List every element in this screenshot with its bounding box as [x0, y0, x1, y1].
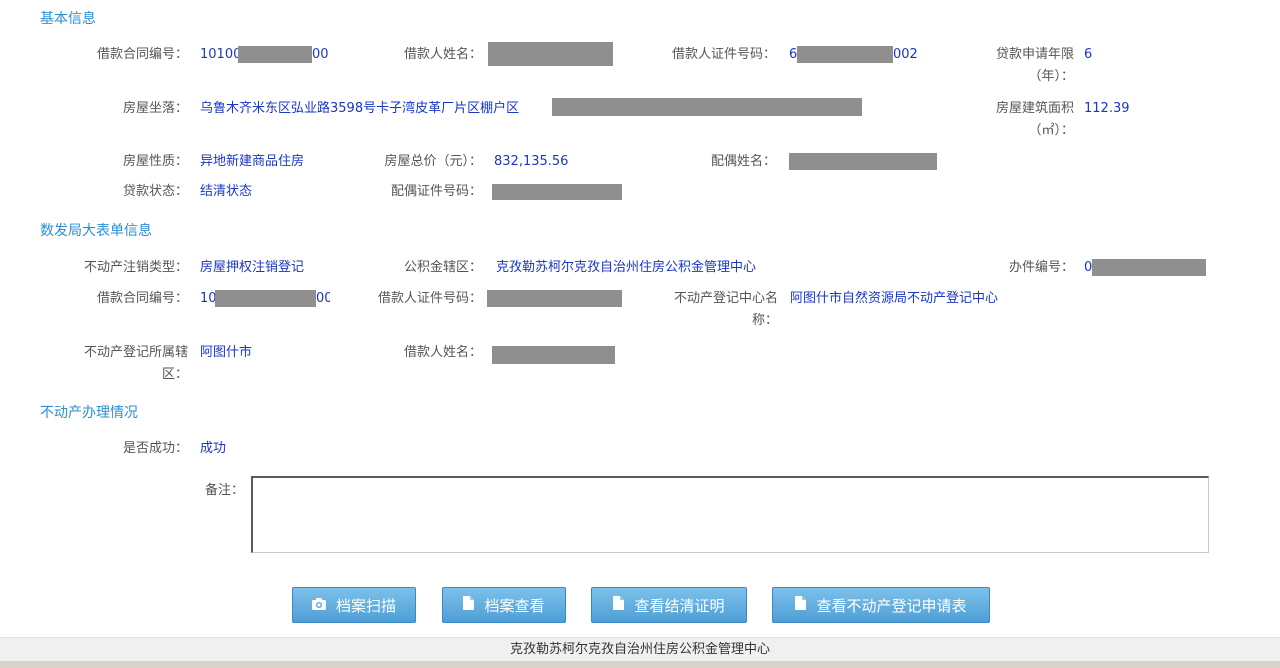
spouse-id-label: 配偶证件号码：	[390, 184, 482, 199]
redaction	[789, 153, 937, 170]
loan-status-label: 贷款状态：	[122, 184, 188, 199]
success-label: 是否成功：	[122, 441, 188, 456]
archive-scan-label: 档案扫描	[335, 596, 396, 615]
address-label: 房屋坐落：	[122, 101, 188, 116]
loan-status-value: 结清状态	[200, 184, 253, 199]
case-no-label: 办件编号：	[1008, 260, 1074, 275]
taskbar	[0, 661, 1280, 668]
redaction	[488, 42, 613, 66]
term-label: 贷款申请年限（年）：	[995, 47, 1074, 84]
area-label: 房屋建筑面积（㎡）：	[995, 101, 1074, 138]
remark-input[interactable]	[251, 476, 1209, 553]
view-settlement-label: 查看结清证明	[634, 596, 725, 615]
section-title-property: 不动产办理情况	[40, 405, 138, 421]
district-value: 阿图什市	[200, 345, 253, 360]
contract-no-label: 借款合同编号：	[96, 47, 188, 62]
contract-no-prefix: 10100	[200, 47, 242, 62]
total-price-value: 832,135.56	[494, 154, 569, 169]
redaction	[238, 46, 312, 63]
bureau-borrower-name-label: 借款人姓名：	[403, 345, 482, 360]
fund-area-label: 公积金辖区：	[403, 260, 482, 275]
borrower-name-label: 借款人姓名：	[403, 47, 482, 62]
total-price-label: 房屋总价（元）：	[384, 154, 482, 169]
term-value: 6	[1084, 47, 1093, 62]
address-value: 乌鲁木齐米东区弘业路3598号卡子湾皮革厂片区棚户区	[200, 101, 520, 116]
cancel-type-label: 不动产注销类型：	[83, 260, 188, 275]
redaction	[552, 98, 862, 116]
bureau-contract-no-label: 借款合同编号：	[96, 291, 188, 306]
document-icon	[613, 596, 625, 614]
center-value: 阿图什市自然资源局不动产登记中心	[790, 291, 999, 306]
archive-scan-button[interactable]: 档案扫描	[292, 587, 416, 623]
redaction	[492, 346, 615, 364]
bureau-contract-no-suffix: 00	[316, 291, 330, 306]
area-value: 112.39	[1084, 101, 1130, 116]
district-label: 不动产登记所属辖区：	[83, 345, 188, 382]
nature-value: 异地新建商品住房	[200, 154, 305, 169]
view-application-button[interactable]: 查看不动产登记申请表	[772, 587, 990, 623]
bureau-borrower-id-label: 借款人证件号码：	[377, 291, 482, 306]
fund-area-value: 克孜勒苏柯尔克孜自治州住房公积金管理中心	[496, 260, 757, 275]
camera-icon	[311, 596, 326, 614]
center-label: 不动产登记中心名称：	[673, 291, 778, 328]
archive-view-button[interactable]: 档案查看	[442, 587, 566, 623]
cancel-type-value: 房屋押权注销登记	[200, 260, 305, 275]
borrower-id-label: 借款人证件号码：	[671, 47, 776, 62]
redaction	[1092, 259, 1206, 276]
remark-label: 备注：	[204, 483, 244, 498]
redaction	[215, 290, 316, 307]
section-title-basic: 基本信息	[40, 11, 96, 27]
view-settlement-button[interactable]: 查看结清证明	[591, 587, 747, 623]
nature-label: 房屋性质：	[122, 154, 188, 169]
success-value: 成功	[200, 441, 227, 456]
redaction	[492, 184, 622, 200]
redaction	[797, 46, 893, 63]
document-icon	[795, 596, 807, 614]
contract-no-suffix: 00	[312, 47, 328, 62]
document-icon	[463, 596, 475, 614]
archive-view-label: 档案查看	[484, 596, 545, 615]
footer: 克孜勒苏柯尔克孜自治州住房公积金管理中心	[0, 637, 1280, 662]
section-title-bureau: 数发局大表单信息	[40, 223, 152, 239]
view-application-label: 查看不动产登记申请表	[816, 596, 967, 615]
redaction	[487, 290, 622, 307]
borrower-id-suffix: 0023	[893, 47, 919, 62]
spouse-name-label: 配偶姓名：	[710, 154, 776, 169]
